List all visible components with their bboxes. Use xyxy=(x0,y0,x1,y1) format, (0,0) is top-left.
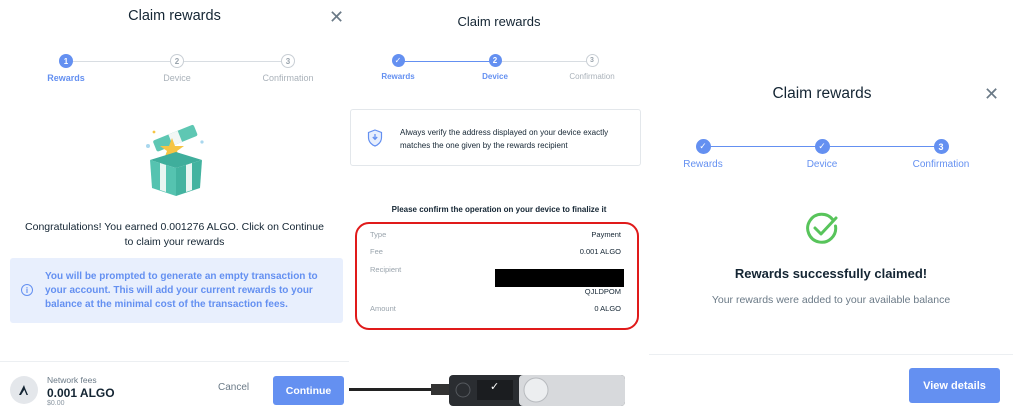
redacted-address xyxy=(495,269,624,287)
algorand-avatar xyxy=(10,376,38,404)
step-confirmation: 3 Confirmation xyxy=(547,54,637,81)
address-warning-text: Always verify the address displayed on y… xyxy=(400,128,609,150)
close-icon[interactable]: ✕ xyxy=(329,8,344,26)
success-subtitle: Your rewards were added to your availabl… xyxy=(711,294,951,306)
row-value: Payment xyxy=(591,230,621,239)
step-device: 2 Device xyxy=(132,54,222,83)
info-box: i You will be prompted to generate an em… xyxy=(10,258,343,323)
stepper: ✓ Rewards ✓ Device 3 Confirmation xyxy=(649,139,1013,179)
step-label: Confirmation xyxy=(912,159,970,170)
row-key: Fee xyxy=(370,247,383,256)
check-icon: ✓ xyxy=(814,139,830,154)
step-number: 3 xyxy=(281,54,295,68)
step-device: 2 Device xyxy=(450,54,540,81)
step-number: 2 xyxy=(170,54,184,68)
success-title: Rewards successfully claimed! xyxy=(734,266,928,281)
confirm-instruction: Please confirm the operation on your dev… xyxy=(391,205,607,214)
row-key: Amount xyxy=(370,304,396,313)
step-device: ✓ Device xyxy=(777,139,867,170)
congratulations-text: Congratulations! You earned 0.001276 ALG… xyxy=(25,221,324,248)
info-text: You will be prompted to generate an empt… xyxy=(45,271,318,310)
row-value: 0.001 ALGO xyxy=(579,247,621,256)
modal-title: Claim rewards xyxy=(128,8,221,24)
step-number: 3 xyxy=(585,54,599,67)
modal-title: Claim rewards xyxy=(772,85,872,102)
success-check-icon xyxy=(806,212,838,244)
network-fees-usd: $0.00 xyxy=(47,400,65,407)
row-value: QJLDPOM xyxy=(584,287,621,296)
cancel-button[interactable]: Cancel xyxy=(218,382,249,393)
gift-box-illustration xyxy=(146,124,204,196)
modal-title: Claim rewards xyxy=(457,14,541,29)
step-rewards: 1 Rewards xyxy=(21,54,111,83)
step-number: 1 xyxy=(59,54,73,68)
claim-rewards-step-device: Claim rewards ✓ Rewards 2 Device 3 Confi… xyxy=(349,0,649,415)
step-label: Device xyxy=(806,159,838,170)
step-label: Confirmation xyxy=(569,72,615,81)
step-confirmation: 3 Confirmation xyxy=(243,54,333,83)
step-rewards: ✓ Rewards xyxy=(353,54,443,81)
step-label: Rewards xyxy=(683,159,723,170)
view-details-button[interactable]: View details xyxy=(909,368,1000,403)
row-value: 0 ALGO xyxy=(594,304,621,313)
shield-icon xyxy=(367,129,383,147)
network-fees-value: 0.001 ALGO xyxy=(47,386,115,400)
claim-rewards-step-confirmation: Claim rewards ✕ ✓ Rewards ✓ Device 3 Con… xyxy=(649,0,1013,415)
row-key: Type xyxy=(370,230,387,239)
row-key: Recipient xyxy=(370,265,402,274)
claim-rewards-step-rewards: Claim rewards ✕ 1 Rewards 2 Device 3 Con… xyxy=(0,0,349,415)
operation-details: Type Payment Fee 0.001 ALGO Recipient QJ… xyxy=(355,222,639,330)
continue-button[interactable]: Continue xyxy=(273,376,344,405)
stepper: 1 Rewards 2 Device 3 Confirmation xyxy=(0,54,349,94)
check-icon: ✓ xyxy=(391,54,405,67)
step-label: Rewards xyxy=(47,73,85,83)
check-icon: ✓ xyxy=(695,139,711,154)
step-label: Device xyxy=(163,73,191,83)
step-label: Rewards xyxy=(381,72,415,81)
step-label: Confirmation xyxy=(262,73,314,83)
step-confirmation: 3 Confirmation xyxy=(896,139,986,170)
stepper: ✓ Rewards 2 Device 3 Confirmation xyxy=(349,54,649,94)
close-icon[interactable]: ✕ xyxy=(984,85,999,103)
footer-divider xyxy=(649,354,1013,355)
modal-footer: Network fees 0.001 ALGO $0.00 Cancel Con… xyxy=(0,361,349,415)
step-number: 2 xyxy=(488,54,502,67)
info-icon: i xyxy=(21,284,33,296)
address-warning-box: Always verify the address displayed on y… xyxy=(350,109,641,166)
device-check-icon: ✓ xyxy=(490,381,500,393)
network-fees-label: Network fees xyxy=(47,375,97,385)
step-label: Device xyxy=(482,72,508,81)
step-number: 3 xyxy=(933,139,949,154)
algorand-icon xyxy=(19,385,28,395)
step-rewards: ✓ Rewards xyxy=(658,139,748,170)
